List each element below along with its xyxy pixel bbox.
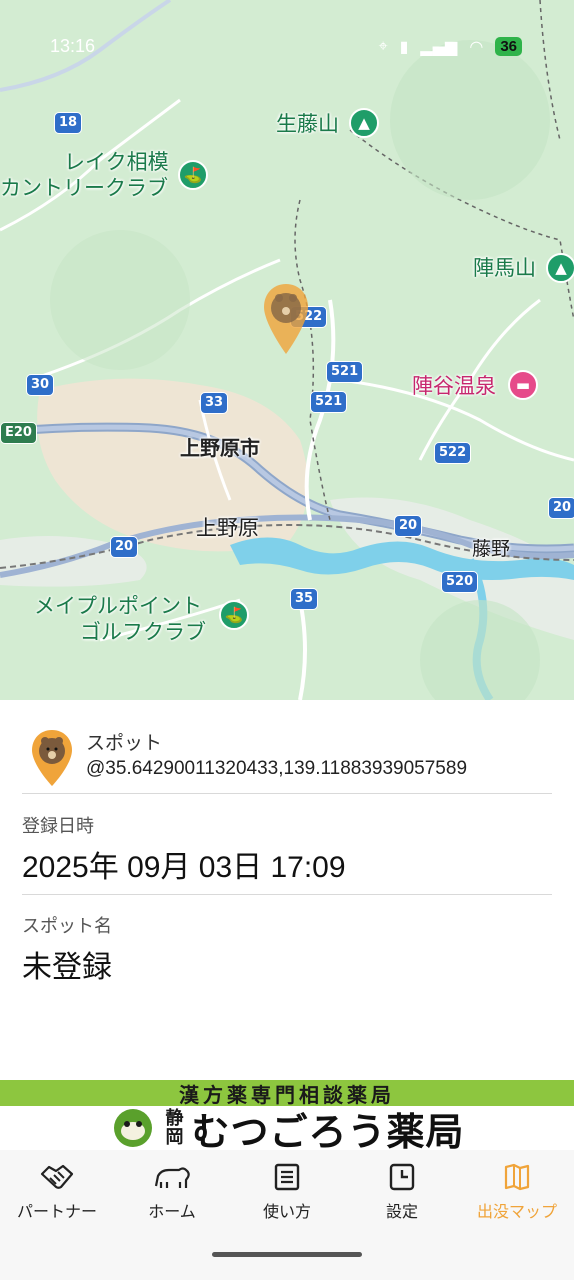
divider bbox=[22, 894, 552, 895]
map-label-ikouyama: 生藤山 bbox=[276, 112, 339, 136]
route-shield-521: 521 bbox=[326, 361, 364, 383]
nav-label: パートナー bbox=[16, 1202, 97, 1221]
mountain-icon[interactable]: ▲ bbox=[349, 108, 379, 138]
wifi-icon: ◠ bbox=[469, 36, 484, 56]
route-shield-20: 20 bbox=[394, 515, 423, 537]
route-shield-33: 33 bbox=[200, 392, 229, 414]
route-shield-30: 30 bbox=[26, 374, 55, 396]
status-time: 13:16 bbox=[50, 36, 96, 56]
spot-label: スポット bbox=[86, 732, 163, 754]
nav-label: 出没マップ bbox=[476, 1202, 557, 1221]
map-label-jinba: 陣馬山 bbox=[473, 256, 536, 280]
route-shield-18: 18 bbox=[54, 112, 83, 134]
nav-item-settings[interactable]: 設定 bbox=[345, 1158, 459, 1228]
nav-label: ホーム bbox=[148, 1202, 196, 1221]
nav-item-partner[interactable]: パートナー bbox=[0, 1158, 114, 1228]
handshake-icon bbox=[40, 1164, 74, 1189]
map-label-maple-1: メイプルポイント bbox=[34, 594, 202, 618]
route-shield-521: 521 bbox=[310, 391, 348, 413]
home-indicator[interactable] bbox=[212, 1252, 362, 1257]
battery-badge: 36 bbox=[495, 36, 522, 56]
document-icon bbox=[274, 1163, 300, 1191]
route-shield-20: 20 bbox=[548, 497, 574, 519]
map-view[interactable]: 13:16 ⌖ ▮ ▂▄▆ ◠ 36 生藤山 ▲ レイク相模 カントリークラブ … bbox=[0, 0, 574, 700]
spot-info-panel: スポット @35.64290011320433,139.118839390575… bbox=[0, 700, 574, 1080]
spot-row: スポット @35.64290011320433,139.118839390575… bbox=[22, 722, 552, 794]
hotel-icon[interactable]: ▬ bbox=[508, 370, 538, 400]
spot-name-value: 未登録 bbox=[22, 951, 112, 984]
nav-item-howto[interactable]: 使い方 bbox=[230, 1158, 344, 1228]
route-shield-35: 35 bbox=[290, 588, 319, 610]
signal-icon: ▂▄▆ bbox=[420, 36, 458, 56]
bottom-nav: パートナー ホーム 使い方 設定 出没マップ bbox=[0, 1150, 574, 1280]
spot-coordinates: @35.64290011320433,139.11883939057589 bbox=[86, 758, 468, 779]
map-icon bbox=[504, 1163, 530, 1191]
banner-region-2: 岡 bbox=[165, 1127, 184, 1148]
banner-name: むつごろう薬局 bbox=[191, 1108, 465, 1154]
nav-item-home[interactable]: ホーム bbox=[115, 1158, 229, 1228]
spot-marker[interactable] bbox=[262, 282, 310, 356]
vibrate-icon: ▮ bbox=[399, 36, 409, 56]
ad-banner[interactable]: 漢方薬専門相談薬局 静 岡 むつごろう薬局 bbox=[0, 1080, 574, 1154]
nav-item-sighting-map[interactable]: 出没マップ bbox=[460, 1158, 574, 1228]
status-icons: ⌖ ▮ ▂▄▆ ◠ 36 bbox=[379, 36, 522, 56]
bear-icon bbox=[154, 1167, 190, 1188]
bear-spot-icon bbox=[32, 730, 72, 786]
nav-label: 設定 bbox=[385, 1202, 418, 1221]
divider bbox=[22, 793, 552, 794]
map-label-fujino: 藤野 bbox=[472, 538, 511, 560]
map-label-jinya-onsen: 陣谷温泉 bbox=[412, 374, 496, 398]
map-label-uenohara-city: 上野原市 bbox=[180, 436, 260, 460]
golf-icon[interactable]: ⛳ bbox=[219, 600, 249, 630]
map-label-lake-country-2: カントリークラブ bbox=[0, 176, 168, 200]
pharmacy-logo-icon bbox=[114, 1109, 153, 1147]
clock-icon bbox=[389, 1163, 415, 1191]
spot-name-caption: スポット名 bbox=[22, 916, 112, 937]
status-bar: 13:16 ⌖ ▮ ▂▄▆ ◠ 36 bbox=[0, 30, 574, 64]
route-shield-522: 522 bbox=[434, 442, 472, 464]
registered-caption: 登録日時 bbox=[22, 816, 94, 837]
route-shield-e20: E20 bbox=[0, 422, 37, 444]
nav-label: 使い方 bbox=[262, 1202, 311, 1221]
map-label-maple-2: ゴルフクラブ bbox=[80, 620, 206, 644]
route-shield-20: 20 bbox=[110, 536, 139, 558]
map-label-uenohara-station: 上野原 bbox=[196, 516, 259, 540]
banner-main: 静 岡 むつごろう薬局 bbox=[0, 1106, 574, 1154]
mountain-icon[interactable]: ▲ bbox=[546, 253, 574, 283]
registered-value: 2025年 09月 03日 17:09 bbox=[22, 851, 346, 884]
route-shield-520: 520 bbox=[441, 571, 479, 593]
banner-region: 静 岡 bbox=[165, 1109, 183, 1147]
banner-region-1: 静 bbox=[165, 1108, 184, 1129]
location-icon: ⌖ bbox=[378, 36, 388, 55]
map-label-lake-country-1: レイク相模 bbox=[64, 150, 169, 174]
golf-icon[interactable]: ⛳ bbox=[178, 160, 208, 190]
